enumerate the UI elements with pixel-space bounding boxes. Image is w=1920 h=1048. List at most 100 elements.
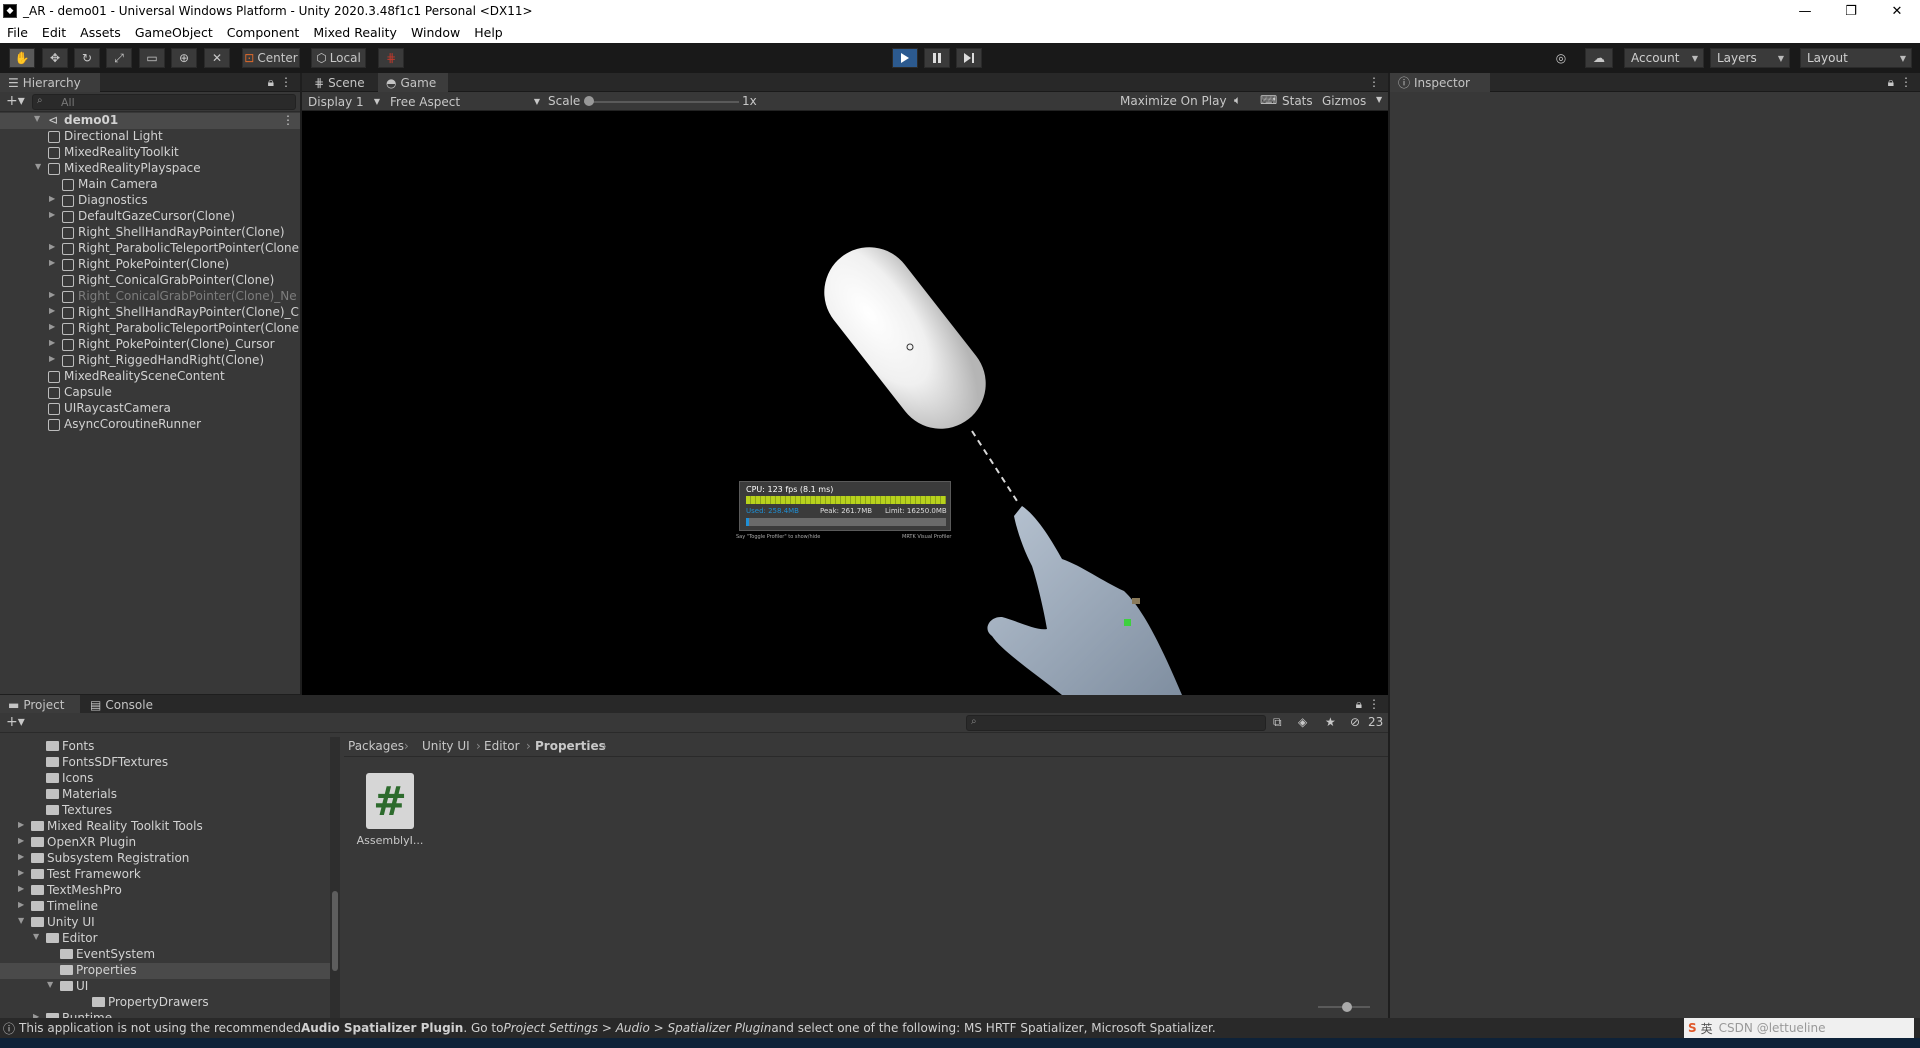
pivot-local-button[interactable]: ⬡ Local (311, 48, 366, 68)
more-menu-icon[interactable]: ⋮ (1368, 697, 1380, 711)
fold-right-icon[interactable]: ▶ (49, 242, 55, 251)
project-tree-item[interactable]: ▼ UI (0, 979, 330, 995)
maximize-on-play-toggle[interactable]: Maximize On Play (1120, 94, 1227, 108)
transform-tool-icon[interactable]: ⊕ (171, 48, 197, 68)
hierarchy-item[interactable]: ▶ Right_RiggedHandRight(Clone) (0, 353, 300, 369)
scale-slider-handle[interactable] (584, 96, 594, 106)
hierarchy-item[interactable]: ▶ Right_PokePointer(Clone)_Cursor (0, 337, 300, 353)
fold-down-icon[interactable]: ▼ (35, 162, 41, 171)
menu-file[interactable]: File (0, 25, 35, 40)
project-tree-item[interactable]: Fonts (0, 739, 330, 755)
step-button[interactable] (956, 48, 982, 68)
pivot-center-button[interactable]: ⊡ Center (242, 48, 300, 68)
hierarchy-item[interactable]: UIRaycastCamera (0, 401, 300, 417)
hierarchy-item[interactable]: ▶ Right_PokePointer(Clone) (0, 257, 300, 273)
project-search-input[interactable]: ⌕ (966, 715, 1266, 731)
account-dropdown[interactable]: Account ▼ (1624, 48, 1704, 68)
collab-icon[interactable]: ◎ (1548, 48, 1574, 68)
project-tree-item[interactable]: ▶ OpenXR Plugin (0, 835, 330, 851)
favorite-icon[interactable]: ★ (1325, 715, 1336, 729)
project-tree-item[interactable]: ▶ Subsystem Registration (0, 851, 330, 867)
project-tree-item[interactable]: Icons (0, 771, 330, 787)
hand-tool-icon[interactable]: ✋ (9, 48, 35, 68)
menu-edit[interactable]: Edit (35, 25, 73, 40)
lock-icon[interactable]: 🔒︎ (268, 75, 274, 90)
project-tree-item[interactable]: Textures (0, 803, 330, 819)
tab-project[interactable]: ▬ Project (0, 695, 80, 714)
menu-assets[interactable]: Assets (73, 25, 128, 40)
fold-right-icon[interactable]: ▶ (49, 322, 55, 331)
icon-size-handle[interactable] (1342, 1002, 1352, 1012)
lock-icon[interactable]: 🔒︎ (1356, 697, 1362, 712)
layers-dropdown[interactable]: Layers ▼ (1710, 48, 1790, 68)
hierarchy-item[interactable]: ▶ DefaultGazeCursor(Clone) (0, 209, 300, 225)
hierarchy-item[interactable]: ▶ Right_ParabolicTeleportPointer(Clone (0, 321, 300, 337)
scene-row[interactable]: ▼ ⊲ demo01 ⋮ (0, 113, 300, 129)
fold-right-icon[interactable]: ▶ (18, 820, 24, 829)
tab-hierarchy[interactable]: ☰ Hierarchy (0, 73, 100, 92)
project-tree-item[interactable]: PropertyDrawers (0, 995, 330, 1011)
tab-inspector[interactable]: ⓘ Inspector (1390, 73, 1490, 92)
fold-right-icon[interactable]: ▶ (18, 868, 24, 877)
minimize-button[interactable]: — (1782, 0, 1828, 22)
hierarchy-item[interactable]: ▼ MixedRealityPlayspace (0, 161, 300, 177)
gizmos-dropdown[interactable]: Gizmos (1322, 94, 1366, 108)
fold-right-icon[interactable]: ▶ (49, 290, 55, 299)
hierarchy-search-input[interactable]: ⌕ All (32, 94, 296, 110)
custom-tool-icon[interactable]: ✕ (204, 48, 230, 68)
ime-toolbar[interactable]: S 英 CSDN @lettueline (1684, 1018, 1914, 1038)
hierarchy-item[interactable]: Right_ConicalGrabPointer(Clone) (0, 273, 300, 289)
more-menu-icon[interactable]: ⋮ (1368, 75, 1380, 89)
filter-type-icon[interactable]: ⧉ (1273, 715, 1282, 730)
hierarchy-item[interactable]: Main Camera (0, 177, 300, 193)
cloud-icon[interactable]: ☁ (1585, 48, 1613, 68)
project-tree-item[interactable]: ▶ Runtime (0, 1011, 330, 1018)
fold-right-icon[interactable]: ▶ (18, 836, 24, 845)
hierarchy-item[interactable]: Capsule (0, 385, 300, 401)
menu-component[interactable]: Component (220, 25, 307, 40)
more-menu-icon[interactable]: ⋮ (280, 75, 292, 89)
tab-game[interactable]: ◓ Game (378, 73, 448, 92)
more-menu-icon[interactable]: ⋮ (1900, 75, 1912, 89)
grid-snap-icon[interactable]: ⋕ (378, 48, 404, 68)
hierarchy-item[interactable]: ▶ Right_ParabolicTeleportPointer(Clone (0, 241, 300, 257)
tab-console[interactable]: ▤ Console (82, 695, 161, 714)
ime-mode[interactable]: 英 (1701, 1020, 1713, 1037)
hierarchy-item[interactable]: ▶ Diagnostics (0, 193, 300, 209)
lock-icon[interactable]: 🔒︎ (1888, 75, 1894, 90)
scale-tool-icon[interactable]: ⤢ (106, 48, 132, 68)
hierarchy-item[interactable]: ▶ Right_ShellHandRayPointer(Clone)_C (0, 305, 300, 321)
pause-button[interactable] (924, 48, 950, 68)
rect-tool-icon[interactable]: ▭ (139, 48, 165, 68)
game-viewport[interactable]: CPU: 123 fps (8.1 ms) Used: 258.4MB Peak… (302, 111, 1388, 695)
asset-label[interactable]: AssemblyI... (350, 834, 430, 847)
maximize-button[interactable]: ❐ (1828, 0, 1874, 22)
project-tree-item[interactable]: ▼ Editor (0, 931, 330, 947)
fold-right-icon[interactable]: ▶ (18, 884, 24, 893)
project-tree-item[interactable]: ▼ Unity UI (0, 915, 330, 931)
rotate-tool-icon[interactable]: ↻ (74, 48, 100, 68)
fold-right-icon[interactable]: ▶ (49, 338, 55, 347)
project-tree-item[interactable]: ▶ TextMeshPro (0, 883, 330, 899)
fold-down-icon[interactable]: ▼ (33, 932, 39, 941)
status-bar[interactable]: ⓘ This application is not using the reco… (0, 1018, 1920, 1038)
project-tree-item[interactable]: ▶ Test Framework (0, 867, 330, 883)
aspect-dropdown[interactable]: Free Aspect ▼ (386, 93, 542, 110)
fold-right-icon[interactable]: ▶ (49, 354, 55, 363)
add-icon[interactable]: +▾ (6, 93, 25, 109)
scene-menu-icon[interactable]: ⋮ (282, 113, 294, 127)
add-icon[interactable]: +▾ (6, 714, 25, 730)
scale-slider[interactable] (584, 101, 739, 103)
menu-window[interactable]: Window (404, 25, 467, 40)
fold-down-icon[interactable]: ▼ (47, 980, 53, 989)
stats-toggle[interactable]: Stats (1282, 94, 1313, 108)
hierarchy-item[interactable]: MixedRealityToolkit (0, 145, 300, 161)
breadcrumb-editor[interactable]: Editor (484, 739, 520, 753)
hierarchy-item[interactable]: Right_ShellHandRayPointer(Clone) (0, 225, 300, 241)
hierarchy-item[interactable]: Directional Light (0, 129, 300, 145)
project-tree-item[interactable]: EventSystem (0, 947, 330, 963)
fold-right-icon[interactable]: ▶ (49, 258, 55, 267)
fold-down-icon[interactable]: ▼ (34, 114, 40, 123)
fold-right-icon[interactable]: ▶ (18, 900, 24, 909)
hierarchy-item[interactable]: ▶ Right_ConicalGrabPointer(Clone)_Ne (0, 289, 300, 305)
